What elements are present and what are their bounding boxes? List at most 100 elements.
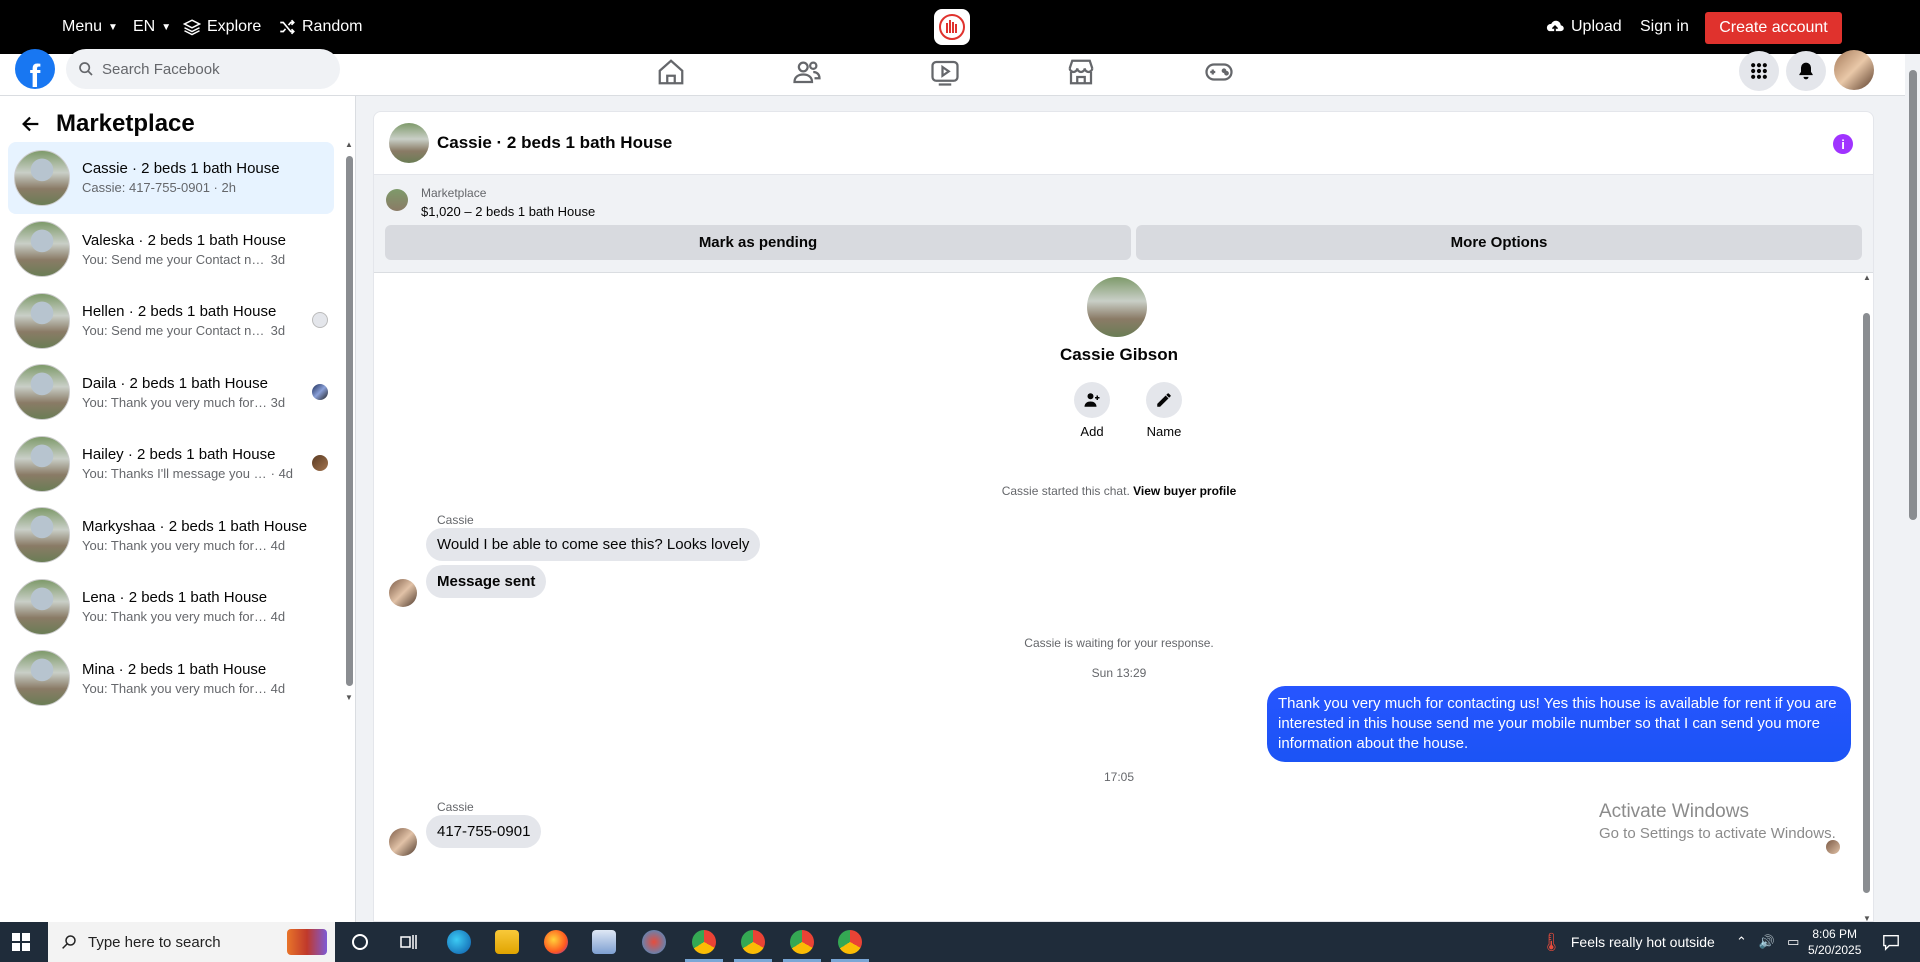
incoming-message[interactable]: Would I be able to come see this? Looks … — [426, 528, 761, 561]
scroll-up-icon[interactable]: ▲ — [345, 140, 353, 149]
speaker-icon[interactable]: 🔊 — [1759, 934, 1775, 950]
add-label: Add — [1080, 424, 1104, 439]
sender-avatar[interactable] — [389, 828, 417, 856]
video-icon[interactable] — [930, 57, 960, 87]
scroll-up-icon[interactable]: ▲ — [1863, 273, 1871, 282]
chrome-profile-icon[interactable] — [790, 930, 814, 954]
chat-scrollbar[interactable]: ▲ ▼ — [1861, 273, 1873, 921]
conversation-time: 3d — [270, 251, 286, 267]
taskbar-search-placeholder: Type here to search — [88, 933, 221, 951]
listing-thumbnail[interactable] — [386, 189, 408, 211]
notifications-button[interactable] — [1786, 51, 1826, 91]
chrome-profile-icon[interactable] — [741, 930, 765, 954]
conversation-title: Daila · 2 beds 1 bath House — [82, 374, 268, 392]
waiting-notice: Cassie is waiting for your response. — [1024, 636, 1214, 650]
conversation-list: Cassie · 2 beds 1 bath House Cassie: 417… — [8, 142, 334, 714]
apps-menu-button[interactable] — [1739, 51, 1779, 91]
listing-thumbnail[interactable] — [389, 123, 429, 163]
chevron-up-icon[interactable]: ⌃ — [1736, 934, 1747, 950]
marketplace-icon[interactable] — [1066, 57, 1096, 87]
listing-thumbnail — [14, 435, 70, 492]
buyer-avatar[interactable] — [1087, 277, 1147, 337]
language-dropdown[interactable]: EN ▼ — [133, 18, 171, 36]
random-link[interactable]: Random — [278, 18, 362, 36]
explore-link[interactable]: Explore — [183, 18, 261, 36]
more-options-button[interactable]: More Options — [1136, 225, 1862, 260]
windows-start-icon[interactable] — [12, 933, 30, 951]
conversation-item[interactable]: Valeska · 2 beds 1 bath House You: Send … — [8, 214, 334, 286]
scroll-down-icon[interactable]: ▼ — [1863, 914, 1871, 921]
add-contact-button[interactable]: Add — [1062, 382, 1122, 439]
friends-icon[interactable] — [792, 57, 822, 87]
edit-name-button[interactable]: Name — [1134, 382, 1194, 439]
scrollbar-thumb[interactable] — [1909, 70, 1917, 520]
gaming-icon[interactable] — [1204, 57, 1234, 87]
layers-icon — [183, 19, 201, 36]
incoming-message[interactable]: 417-755-0901 — [426, 815, 542, 848]
scrollbar-thumb[interactable] — [346, 156, 353, 686]
back-arrow-icon[interactable] — [20, 113, 42, 135]
conversation-time: 3d — [270, 323, 286, 339]
conversation-item[interactable]: Hailey · 2 beds 1 bath House You: Thanks… — [8, 428, 334, 500]
conversation-item[interactable]: Lena · 2 beds 1 bath House You: Thank yo… — [8, 571, 334, 643]
search-highlight-icon — [287, 929, 327, 955]
network-icon[interactable]: ▭ — [1787, 934, 1799, 950]
outgoing-message[interactable]: Thank you very much for contacting us! Y… — [1267, 686, 1851, 762]
facebook-logo[interactable]: f — [15, 49, 55, 89]
sign-in-link[interactable]: Sign in — [1640, 18, 1689, 36]
chat-title[interactable]: Cassie · 2 beds 1 bath House — [437, 133, 672, 153]
search-icon — [62, 935, 76, 949]
bell-icon — [1799, 62, 1813, 80]
read-receipt-avatar — [312, 312, 328, 328]
conversation-item[interactable]: Markyshaa · 2 beds 1 bath House You: Tha… — [8, 500, 334, 572]
notepad-icon[interactable] — [592, 930, 616, 954]
search-placeholder: Search Facebook — [102, 60, 220, 78]
sender-avatar[interactable] — [389, 579, 417, 607]
conversation-list-scrollbar[interactable]: ▲ ▼ — [344, 140, 354, 702]
site-logo[interactable] — [934, 9, 970, 45]
search-facebook-input[interactable]: Search Facebook — [66, 49, 340, 89]
conversation-item[interactable]: Hellen · 2 beds 1 bath House You: Send m… — [8, 285, 334, 357]
listing-source: Marketplace — [421, 186, 487, 200]
create-account-button[interactable]: Create account — [1705, 12, 1842, 44]
edge-icon[interactable] — [447, 930, 471, 954]
weather-widget[interactable]: 🌡 Feels really hot outside — [1540, 922, 1715, 962]
taskbar-clock[interactable]: 8:06 PM 5/20/2025 — [1808, 926, 1861, 958]
listing-thumbnail — [14, 578, 70, 635]
scroll-down-icon[interactable]: ▼ — [345, 693, 353, 702]
incoming-message[interactable]: Message sent — [426, 565, 547, 598]
account-avatar[interactable] — [1834, 50, 1874, 90]
page-scrollbar[interactable] — [1905, 54, 1920, 922]
language-label: EN — [133, 18, 156, 35]
chrome-profile-icon[interactable] — [838, 930, 862, 954]
conversation-item[interactable]: Mina · 2 beds 1 bath House You: Thank yo… — [8, 643, 334, 715]
menu-dropdown[interactable]: Menu ▼ — [62, 18, 118, 36]
conversation-title: Cassie · 2 beds 1 bath House — [82, 160, 280, 178]
home-icon[interactable] — [656, 57, 686, 87]
cortana-icon[interactable] — [350, 932, 370, 952]
view-buyer-profile-link[interactable]: View buyer profile — [1133, 484, 1236, 498]
task-view-icon[interactable] — [398, 932, 418, 952]
marketplace-inbox-panel: Marketplace Cassie · 2 beds 1 bath House… — [0, 96, 356, 922]
read-receipt-avatar — [312, 383, 328, 400]
read-receipt-avatar — [312, 455, 328, 471]
listing-thumbnail — [14, 364, 70, 421]
info-icon[interactable]: i — [1833, 134, 1853, 154]
file-explorer-icon[interactable] — [495, 930, 519, 954]
listing-thumbnail — [14, 292, 70, 349]
listing-price[interactable]: $1,020 – 2 beds 1 bath House — [421, 204, 595, 219]
site-topbar: Menu ▼ EN ▼ Explore Random Upload Sign i… — [0, 0, 1920, 54]
upload-button[interactable]: Upload — [1545, 18, 1622, 36]
conversation-title: Valeska · 2 beds 1 bath House — [82, 231, 287, 249]
paint-icon[interactable] — [642, 930, 666, 954]
firefox-icon[interactable] — [544, 930, 568, 954]
conversation-item[interactable]: Cassie · 2 beds 1 bath House Cassie: 417… — [8, 142, 334, 214]
mark-as-pending-button[interactable]: Mark as pending — [385, 225, 1131, 260]
taskbar-search-input[interactable]: Type here to search — [48, 922, 335, 962]
chrome-profile-icon[interactable] — [692, 930, 716, 954]
conversation-item[interactable]: Daila · 2 beds 1 bath House You: Thank y… — [8, 357, 334, 429]
message-sender-name: Cassie — [437, 513, 474, 527]
message-sender-name: Cassie — [437, 800, 474, 814]
notification-center-icon[interactable] — [1882, 933, 1900, 951]
scrollbar-thumb[interactable] — [1863, 313, 1870, 893]
